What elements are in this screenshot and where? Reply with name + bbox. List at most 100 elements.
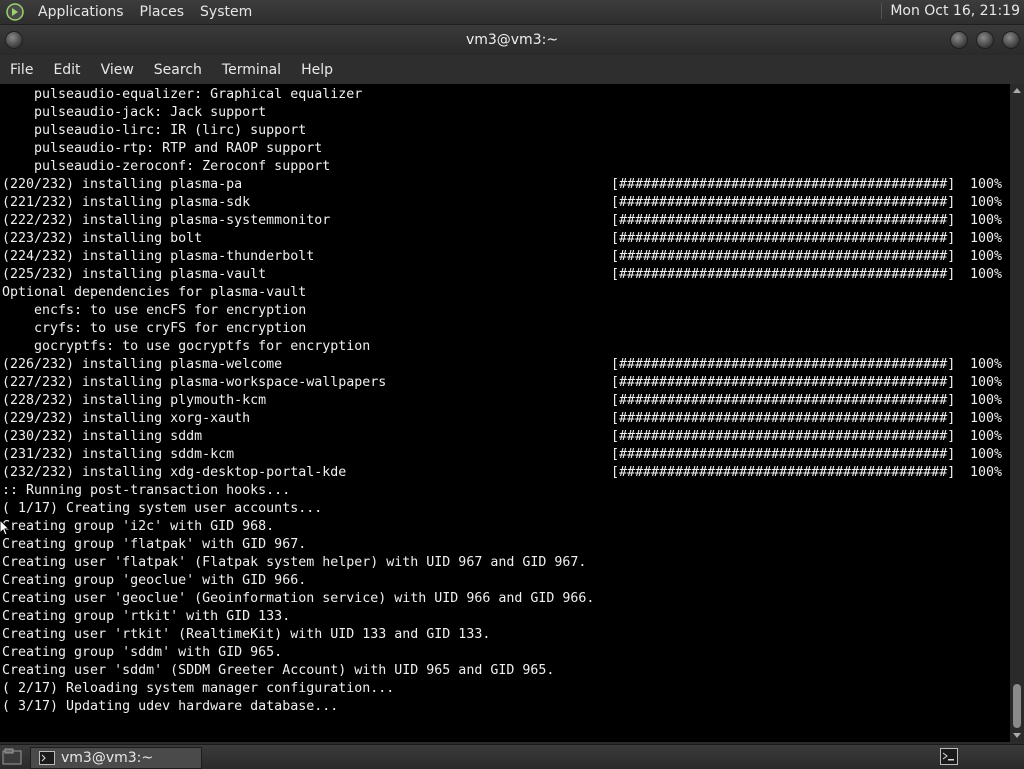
terminal-line-text: pulseaudio-zeroconf: Zeroconf support [2,159,331,174]
terminal-line-text: (231/232) installing sddm-kcm [2,447,235,462]
terminal-line-text: cryfs: to use cryFS for encryption [2,321,307,336]
terminal-line-text: Optional dependencies for plasma-vault [2,285,307,300]
terminal-line-text: Creating group 'i2c' with GID 968. [2,519,275,534]
menu-help[interactable]: Help [291,62,343,78]
terminal-icon [39,751,55,765]
terminal-line-text: Creating user 'rtkit' (RealtimeKit) with… [2,627,491,642]
taskbar-window-button[interactable]: vm3@vm3:~ [30,747,202,769]
terminal-scrollbar[interactable] [1010,84,1024,742]
progress-percent: 100% [970,357,1003,372]
terminal-line: pulseaudio-zeroconf: Zeroconf support [2,158,1010,176]
top-panel: Applications Places System Mon Oct 16, 2… [0,0,1024,25]
progress-percent: 100% [970,249,1003,264]
progress-percent: 100% [970,195,1003,210]
terminal-line: (227/232) installing plasma-workspace-wa… [2,374,1010,392]
terminal-line: (221/232) installing plasma-sdk [########… [2,194,1010,212]
terminal-line: gocryptfs: to use gocryptfs for encrypti… [2,338,1010,356]
terminal-line: (226/232) installing plasma-welcome [####… [2,356,1010,374]
menu-applications[interactable]: Applications [30,4,132,20]
progress-percent: 100% [970,411,1003,426]
terminal-line-text: Creating user 'flatpak' (Flatpak system … [2,555,587,570]
terminal-line: (231/232) installing sddm-kcm [##########… [2,446,1010,464]
terminal-line: Creating group 'i2c' with GID 968. [2,518,1010,536]
terminal-line: pulseaudio-rtp: RTP and RAOP support [2,140,1010,158]
terminal-line-text: :: Running post-transaction hooks... [2,483,291,498]
terminal-output[interactable]: pulseaudio-equalizer: Graphical equalize… [0,84,1010,742]
terminal-line: Creating group 'flatpak' with GID 967. [2,536,1010,554]
scrollbar-thumb[interactable] [1013,684,1021,728]
distro-logo-icon[interactable] [6,3,24,21]
terminal-line: (225/232) installing plasma-vault [######… [2,266,1010,284]
terminal-line-text: (220/232) installing plasma-pa [2,177,243,192]
progress-bar-text: [#######################################… [611,465,956,480]
terminal-line-text: gocryptfs: to use gocryptfs for encrypti… [2,339,371,354]
progress-percent: 100% [970,429,1003,444]
menu-system[interactable]: System [192,4,260,20]
clock[interactable]: Mon Oct 16, 21:19 [881,3,1020,19]
menu-edit[interactable]: Edit [43,62,90,78]
terminal-line-text: Creating user 'sddm' (SDDM Greeter Accou… [2,663,555,678]
terminal-line: ( 1/17) Creating system user accounts... [2,500,1010,518]
show-desktop-icon[interactable] [2,748,22,765]
terminal-line: (222/232) installing plasma-systemmonito… [2,212,1010,230]
menu-terminal[interactable]: Terminal [212,62,291,78]
terminal-line: :: Running post-transaction hooks... [2,482,1010,500]
terminal-line-text: ( 2/17) Reloading system manager configu… [2,681,395,696]
terminal-line: (223/232) installing bolt [##############… [2,230,1010,248]
terminal-line: (220/232) installing plasma-pa [#########… [2,176,1010,194]
progress-bar-text: [#######################################… [611,375,956,390]
terminal-line: Creating user 'flatpak' (Flatpak system … [2,554,1010,572]
terminal-line: (224/232) installing plasma-thunderbolt [… [2,248,1010,266]
terminal-line: (228/232) installing plymouth-kcm [######… [2,392,1010,410]
terminal-tray-icon[interactable] [940,748,958,765]
terminal-line: (232/232) installing xdg-desktop-portal-… [2,464,1010,482]
window-menu-button[interactable] [5,31,23,49]
terminal-line-text: (223/232) installing bolt [2,231,203,246]
terminal-line: Creating user 'geoclue' (Geoinformation … [2,590,1010,608]
terminal-line-text: (222/232) installing plasma-systemmonito… [2,213,331,228]
taskbar-window-label: vm3@vm3:~ [61,750,154,766]
menubar: File Edit View Search Terminal Help [0,55,1024,84]
window-titlebar[interactable]: vm3@vm3:~ [0,25,1024,55]
terminal-line-text: Creating group 'flatpak' with GID 967. [2,537,307,552]
progress-bar-text: [#######################################… [611,213,956,228]
close-button[interactable] [1002,31,1020,49]
menu-places[interactable]: Places [132,4,193,20]
terminal-line: Creating user 'sddm' (SDDM Greeter Accou… [2,662,1010,680]
maximize-button[interactable] [976,31,994,49]
menu-view[interactable]: View [91,62,144,78]
terminal-line-text: Creating group 'rtkit' with GID 133. [2,609,291,624]
terminal-line: pulseaudio-jack: Jack support [2,104,1010,122]
menu-search[interactable]: Search [144,62,212,78]
menu-file[interactable]: File [0,62,43,78]
progress-bar-text: [#######################################… [611,177,956,192]
minimize-button[interactable] [950,31,968,49]
scroll-down-arrow-icon[interactable] [1013,733,1021,738]
terminal-line: Optional dependencies for plasma-vault [2,284,1010,302]
bottom-panel: vm3@vm3:~ [0,744,1024,769]
progress-bar-text: [#######################################… [611,357,956,372]
scroll-up-arrow-icon[interactable] [1013,88,1021,93]
terminal-line: ( 3/17) Updating udev hardware database.… [2,698,1010,716]
progress-bar-text: [#######################################… [611,249,956,264]
terminal-line: cryfs: to use cryFS for encryption [2,320,1010,338]
terminal-line-text: (232/232) installing xdg-desktop-portal-… [2,465,347,480]
terminal-line: (229/232) installing xorg-xauth [########… [2,410,1010,428]
progress-percent: 100% [970,447,1003,462]
progress-bar-text: [#######################################… [611,231,956,246]
terminal-line-text: Creating user 'geoclue' (Geoinformation … [2,591,595,606]
terminal-line: ( 2/17) Reloading system manager configu… [2,680,1010,698]
terminal-line-text: pulseaudio-lirc: IR (lirc) support [2,123,307,138]
mouse-pointer-icon [0,520,10,536]
window-title: vm3@vm3:~ [465,32,559,48]
terminal-line-text: (228/232) installing plymouth-kcm [2,393,267,408]
terminal-line: (230/232) installing sddm [##############… [2,428,1010,446]
progress-percent: 100% [970,465,1003,480]
terminal-line-text: (221/232) installing plasma-sdk [2,195,251,210]
terminal-line: encfs: to use encFS for encryption [2,302,1010,320]
progress-bar-text: [#######################################… [611,195,956,210]
progress-percent: 100% [970,393,1003,408]
progress-percent: 100% [970,267,1003,282]
terminal-text: pulseaudio-equalizer: Graphical equalize… [0,84,1010,716]
terminal-line-text: pulseaudio-rtp: RTP and RAOP support [2,141,323,156]
